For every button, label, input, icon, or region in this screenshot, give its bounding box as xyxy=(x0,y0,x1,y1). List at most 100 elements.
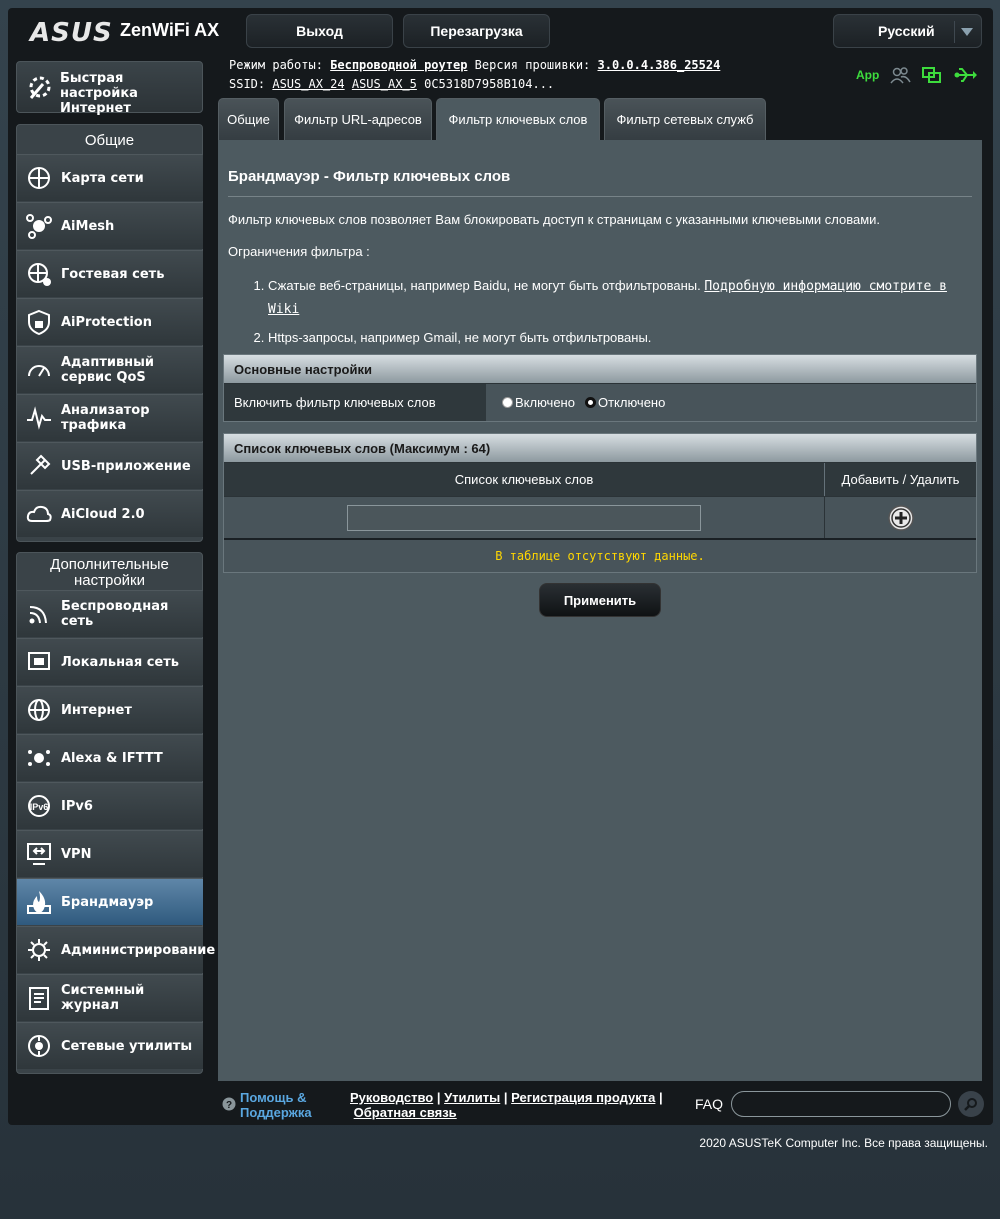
mode-link[interactable]: Беспроводной роутер xyxy=(330,58,467,72)
sidebar-item-network-map[interactable]: Карта сети xyxy=(17,154,203,201)
add-keyword-cell xyxy=(825,497,976,538)
language-value: Русский xyxy=(878,23,935,39)
manual-link[interactable]: Руководство xyxy=(350,1090,433,1105)
sidebar-item-label: Анализатор трафика xyxy=(61,403,150,433)
sidebar-item-traffic-analyzer[interactable]: Анализатор трафика xyxy=(17,394,203,441)
enable-filter-options: Включено Отключено xyxy=(486,384,665,421)
apply-button[interactable]: Применить xyxy=(539,583,661,617)
advanced-section: Дополнительные настройки Беспроводная се… xyxy=(16,552,215,1074)
faq-search-button[interactable] xyxy=(958,1091,984,1117)
ssid-link-24[interactable]: ASUS_AX_24 xyxy=(272,77,344,91)
sidebar-item-label: Локальная сеть xyxy=(61,654,179,670)
sidebar-item-qos[interactable]: Адаптивный сервис QoS xyxy=(17,346,203,393)
wan-icon xyxy=(28,699,50,721)
keyword-input-row xyxy=(224,496,976,538)
usb-app-icon-wrap xyxy=(25,452,53,480)
tab-url-filter[interactable]: Фильтр URL-адресов xyxy=(284,98,432,140)
sidebar-item-wan[interactable]: Интернет xyxy=(17,686,203,733)
sidebar-item-administration[interactable]: Администрирование xyxy=(17,926,215,973)
firmware-label: Версия прошивки: xyxy=(474,58,591,72)
aimesh-icon-wrap xyxy=(25,212,53,240)
search-icon xyxy=(964,1098,977,1111)
basic-settings-table: Основные настройки Включить фильтр ключе… xyxy=(223,354,977,422)
aimesh-icon xyxy=(26,214,52,239)
network-status-icon[interactable] xyxy=(921,66,943,84)
quick-setup-button[interactable]: Быстрая настройка Интернет xyxy=(16,61,203,116)
footer-links: Руководство | Утилиты | Регистрация прод… xyxy=(350,1090,663,1120)
network-tools-icon xyxy=(28,1035,50,1057)
feedback-link[interactable]: Обратная связь xyxy=(354,1105,457,1120)
firmware-link[interactable]: 3.0.0.4.386_25524 xyxy=(598,58,721,72)
status-icons: App xyxy=(856,66,978,84)
sidebar-item-ipv6[interactable]: IPv6 IPv6 xyxy=(17,782,203,829)
system-log-icon xyxy=(29,987,49,1010)
sidebar-item-label: Администрирование xyxy=(61,942,216,958)
basic-settings-header: Основные настройки xyxy=(224,355,976,383)
language-select[interactable]: Русский xyxy=(833,14,982,48)
sidebar-item-lan[interactable]: Локальная сеть xyxy=(17,638,203,685)
limitation-2-text: Https-запросы, например Gmail, не могут … xyxy=(268,330,652,345)
add-icon[interactable] xyxy=(887,504,915,532)
keyword-list-table: Список ключевых слов (Максимум : 64) Спи… xyxy=(223,433,977,573)
radio-disabled-selected[interactable] xyxy=(584,397,596,408)
limitation-item-1: Сжатые веб-страницы, например Baidu, не … xyxy=(268,275,968,321)
ssid-line: SSID: ASUS_AX_24 ASUS_AX_5 0C5318D7958B1… xyxy=(229,77,554,91)
network-tools-icon-wrap xyxy=(25,1032,53,1060)
limitations-label: Ограничения фильтра : xyxy=(228,244,370,259)
aicloud-icon xyxy=(26,505,52,522)
tab-keyword-filter[interactable]: Фильтр ключевых слов xyxy=(436,98,600,140)
tab-service-filter[interactable]: Фильтр сетевых служб xyxy=(604,98,766,140)
footer: ? Помощь & Поддержка Руководство | Утили… xyxy=(218,1084,984,1124)
operation-mode-line: Режим работы: Беспроводной роутер Версия… xyxy=(229,58,720,72)
copyright: 2020 ASUSTeK Computer Inc. Все права защ… xyxy=(699,1136,988,1150)
ipv6-icon: IPv6 xyxy=(28,795,50,817)
limitations-list: Сжатые веб-страницы, например Baidu, не … xyxy=(228,275,968,355)
vpn-icon xyxy=(27,843,51,865)
sidebar-item-network-tools[interactable]: Сетевые утилиты xyxy=(17,1022,203,1069)
ssid-link-5[interactable]: ASUS_AX_5 xyxy=(352,77,417,91)
general-section: Общие Карта сети AiMesh Гостевая сеть AiPro… xyxy=(16,124,203,542)
app-link[interactable]: App xyxy=(856,68,879,82)
lan-icon-wrap xyxy=(25,648,53,676)
sidebar-item-aiprotection[interactable]: AiProtection xyxy=(17,298,203,345)
sidebar-item-label: AiMesh xyxy=(61,218,115,234)
sidebar-item-label: Гостевая сеть xyxy=(61,266,165,282)
logout-button[interactable]: Выход xyxy=(246,14,393,48)
faq-search-input[interactable] xyxy=(731,1091,951,1117)
sidebar-item-aicloud[interactable]: AiCloud 2.0 xyxy=(17,490,203,537)
help-support-label: Помощь & Поддержка xyxy=(240,1090,312,1120)
page-title: Брандмауэр - Фильтр ключевых слов xyxy=(228,168,511,185)
registration-link[interactable]: Регистрация продукта xyxy=(511,1090,655,1105)
keyword-list-header: Список ключевых слов (Максимум : 64) xyxy=(224,434,976,462)
usb-icon[interactable] xyxy=(953,66,978,84)
general-header: Общие xyxy=(84,132,135,149)
network-map-icon xyxy=(28,167,50,189)
alexa-icon xyxy=(28,750,50,766)
sidebar-item-firewall[interactable]: Брандмауэр xyxy=(17,878,203,925)
sidebar-item-vpn[interactable]: VPN xyxy=(17,830,203,877)
tab-general[interactable]: Общие xyxy=(218,98,279,140)
sidebar-item-wireless[interactable]: Беспроводная сеть xyxy=(17,590,203,637)
sidebar-item-guest-network[interactable]: Гостевая сеть xyxy=(17,250,203,297)
sidebar-item-system-log[interactable]: Системный журнал xyxy=(17,974,203,1021)
radio-enabled[interactable] xyxy=(502,397,513,408)
keyword-input-cell xyxy=(224,497,825,538)
sidebar-item-label: Интернет xyxy=(61,702,132,718)
quick-setup-label: Быстрая настройка Интернет xyxy=(60,71,138,116)
sidebar-item-aimesh[interactable]: AiMesh xyxy=(17,202,203,249)
svg-text:?: ? xyxy=(226,1100,232,1111)
ssid-3: 0C5318D7958B104... xyxy=(424,77,555,91)
utilities-link[interactable]: Утилиты xyxy=(444,1090,500,1105)
sidebar-item-alexa[interactable]: Alexa & IFTTT xyxy=(17,734,203,781)
no-data-row: В таблице отсутствуют данные. xyxy=(224,538,976,572)
clients-icon[interactable] xyxy=(889,66,911,84)
sidebar-item-usb-app[interactable]: USB-приложение xyxy=(17,442,203,489)
brand-logo-text: ASUS xyxy=(30,18,113,48)
keyword-input[interactable] xyxy=(347,504,701,531)
enable-filter-label: Включить фильтр ключевых слов xyxy=(224,384,486,421)
sidebar-item-label: Сетевые утилиты xyxy=(61,1038,193,1054)
sidebar-item-label: Карта сети xyxy=(61,170,144,186)
reboot-button[interactable]: Перезагрузка xyxy=(403,14,550,48)
alexa-icon-wrap xyxy=(25,744,53,772)
ipv6-icon-wrap: IPv6 xyxy=(25,792,53,820)
